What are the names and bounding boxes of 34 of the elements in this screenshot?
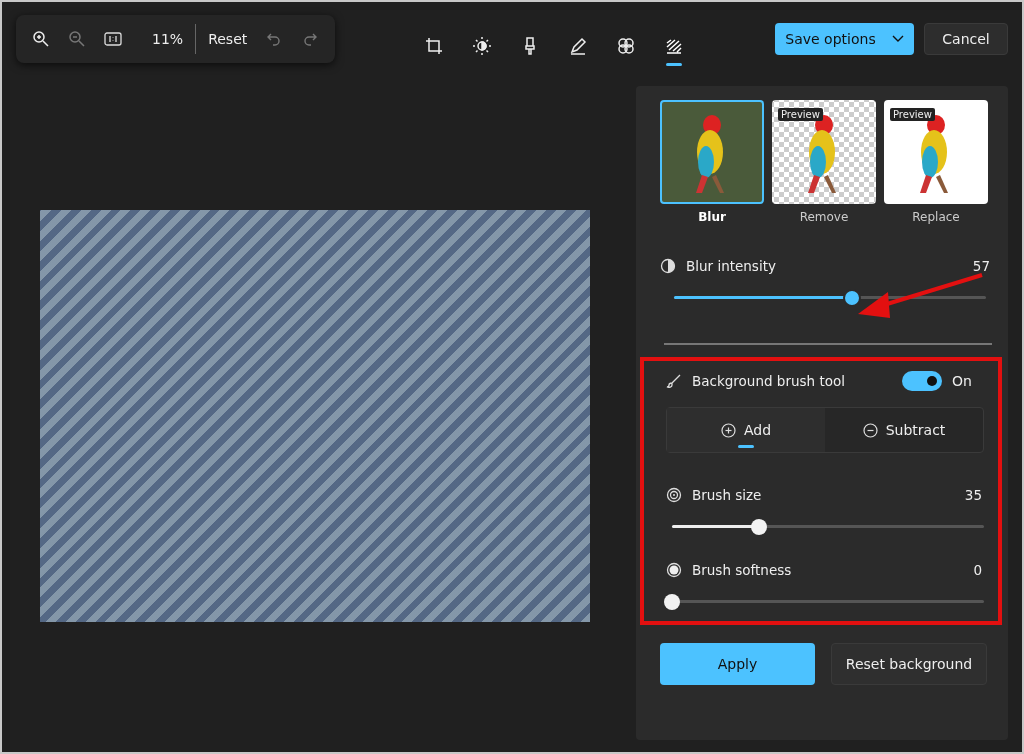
- preview-badge: Preview: [890, 108, 935, 121]
- radio-dot-icon: [666, 562, 682, 578]
- reset-background-button[interactable]: Reset background: [831, 643, 987, 685]
- parrot-thumbnail[interactable]: Preview: [772, 100, 876, 204]
- zoom-level: 11%: [151, 31, 185, 47]
- mode-label: Replace: [912, 210, 960, 224]
- parrot-thumbnail[interactable]: [660, 100, 764, 204]
- slider-thumb[interactable]: [664, 593, 680, 610]
- cancel-button[interactable]: Cancel: [924, 23, 1008, 55]
- blur-intensity-label: Blur intensity: [686, 258, 776, 274]
- mode-label: Blur: [698, 210, 726, 224]
- subtract-tab[interactable]: Subtract: [825, 408, 983, 452]
- blur-intensity-value: 57: [972, 258, 990, 274]
- slider-label: Brush softness: [692, 562, 792, 578]
- mode-label: Remove: [799, 210, 849, 224]
- brush-icon: [666, 373, 682, 389]
- save-options-button[interactable]: Save options: [775, 23, 914, 55]
- target-icon: [666, 487, 682, 503]
- slider-value: 35: [964, 487, 982, 503]
- caret-icon: [891, 35, 904, 43]
- toggle-state-label: On: [952, 373, 973, 389]
- toggle-switch[interactable]: [902, 371, 942, 391]
- slider-label: Brush size: [692, 487, 762, 503]
- parrot-thumbnail[interactable]: Preview: [884, 100, 988, 204]
- minus-circle-icon: [862, 422, 878, 438]
- slider-thumb[interactable]: [751, 518, 768, 535]
- reset-button[interactable]: Reset: [202, 31, 254, 47]
- add-tab[interactable]: Add: [667, 408, 825, 452]
- slider-value: 0: [973, 562, 982, 578]
- preview-badge: Preview: [778, 108, 823, 121]
- plus-circle-icon: [720, 422, 736, 438]
- contrast-icon: [660, 258, 676, 274]
- apply-button[interactable]: Apply: [660, 643, 815, 685]
- brush-tool-label: Background brush tool: [692, 373, 845, 389]
